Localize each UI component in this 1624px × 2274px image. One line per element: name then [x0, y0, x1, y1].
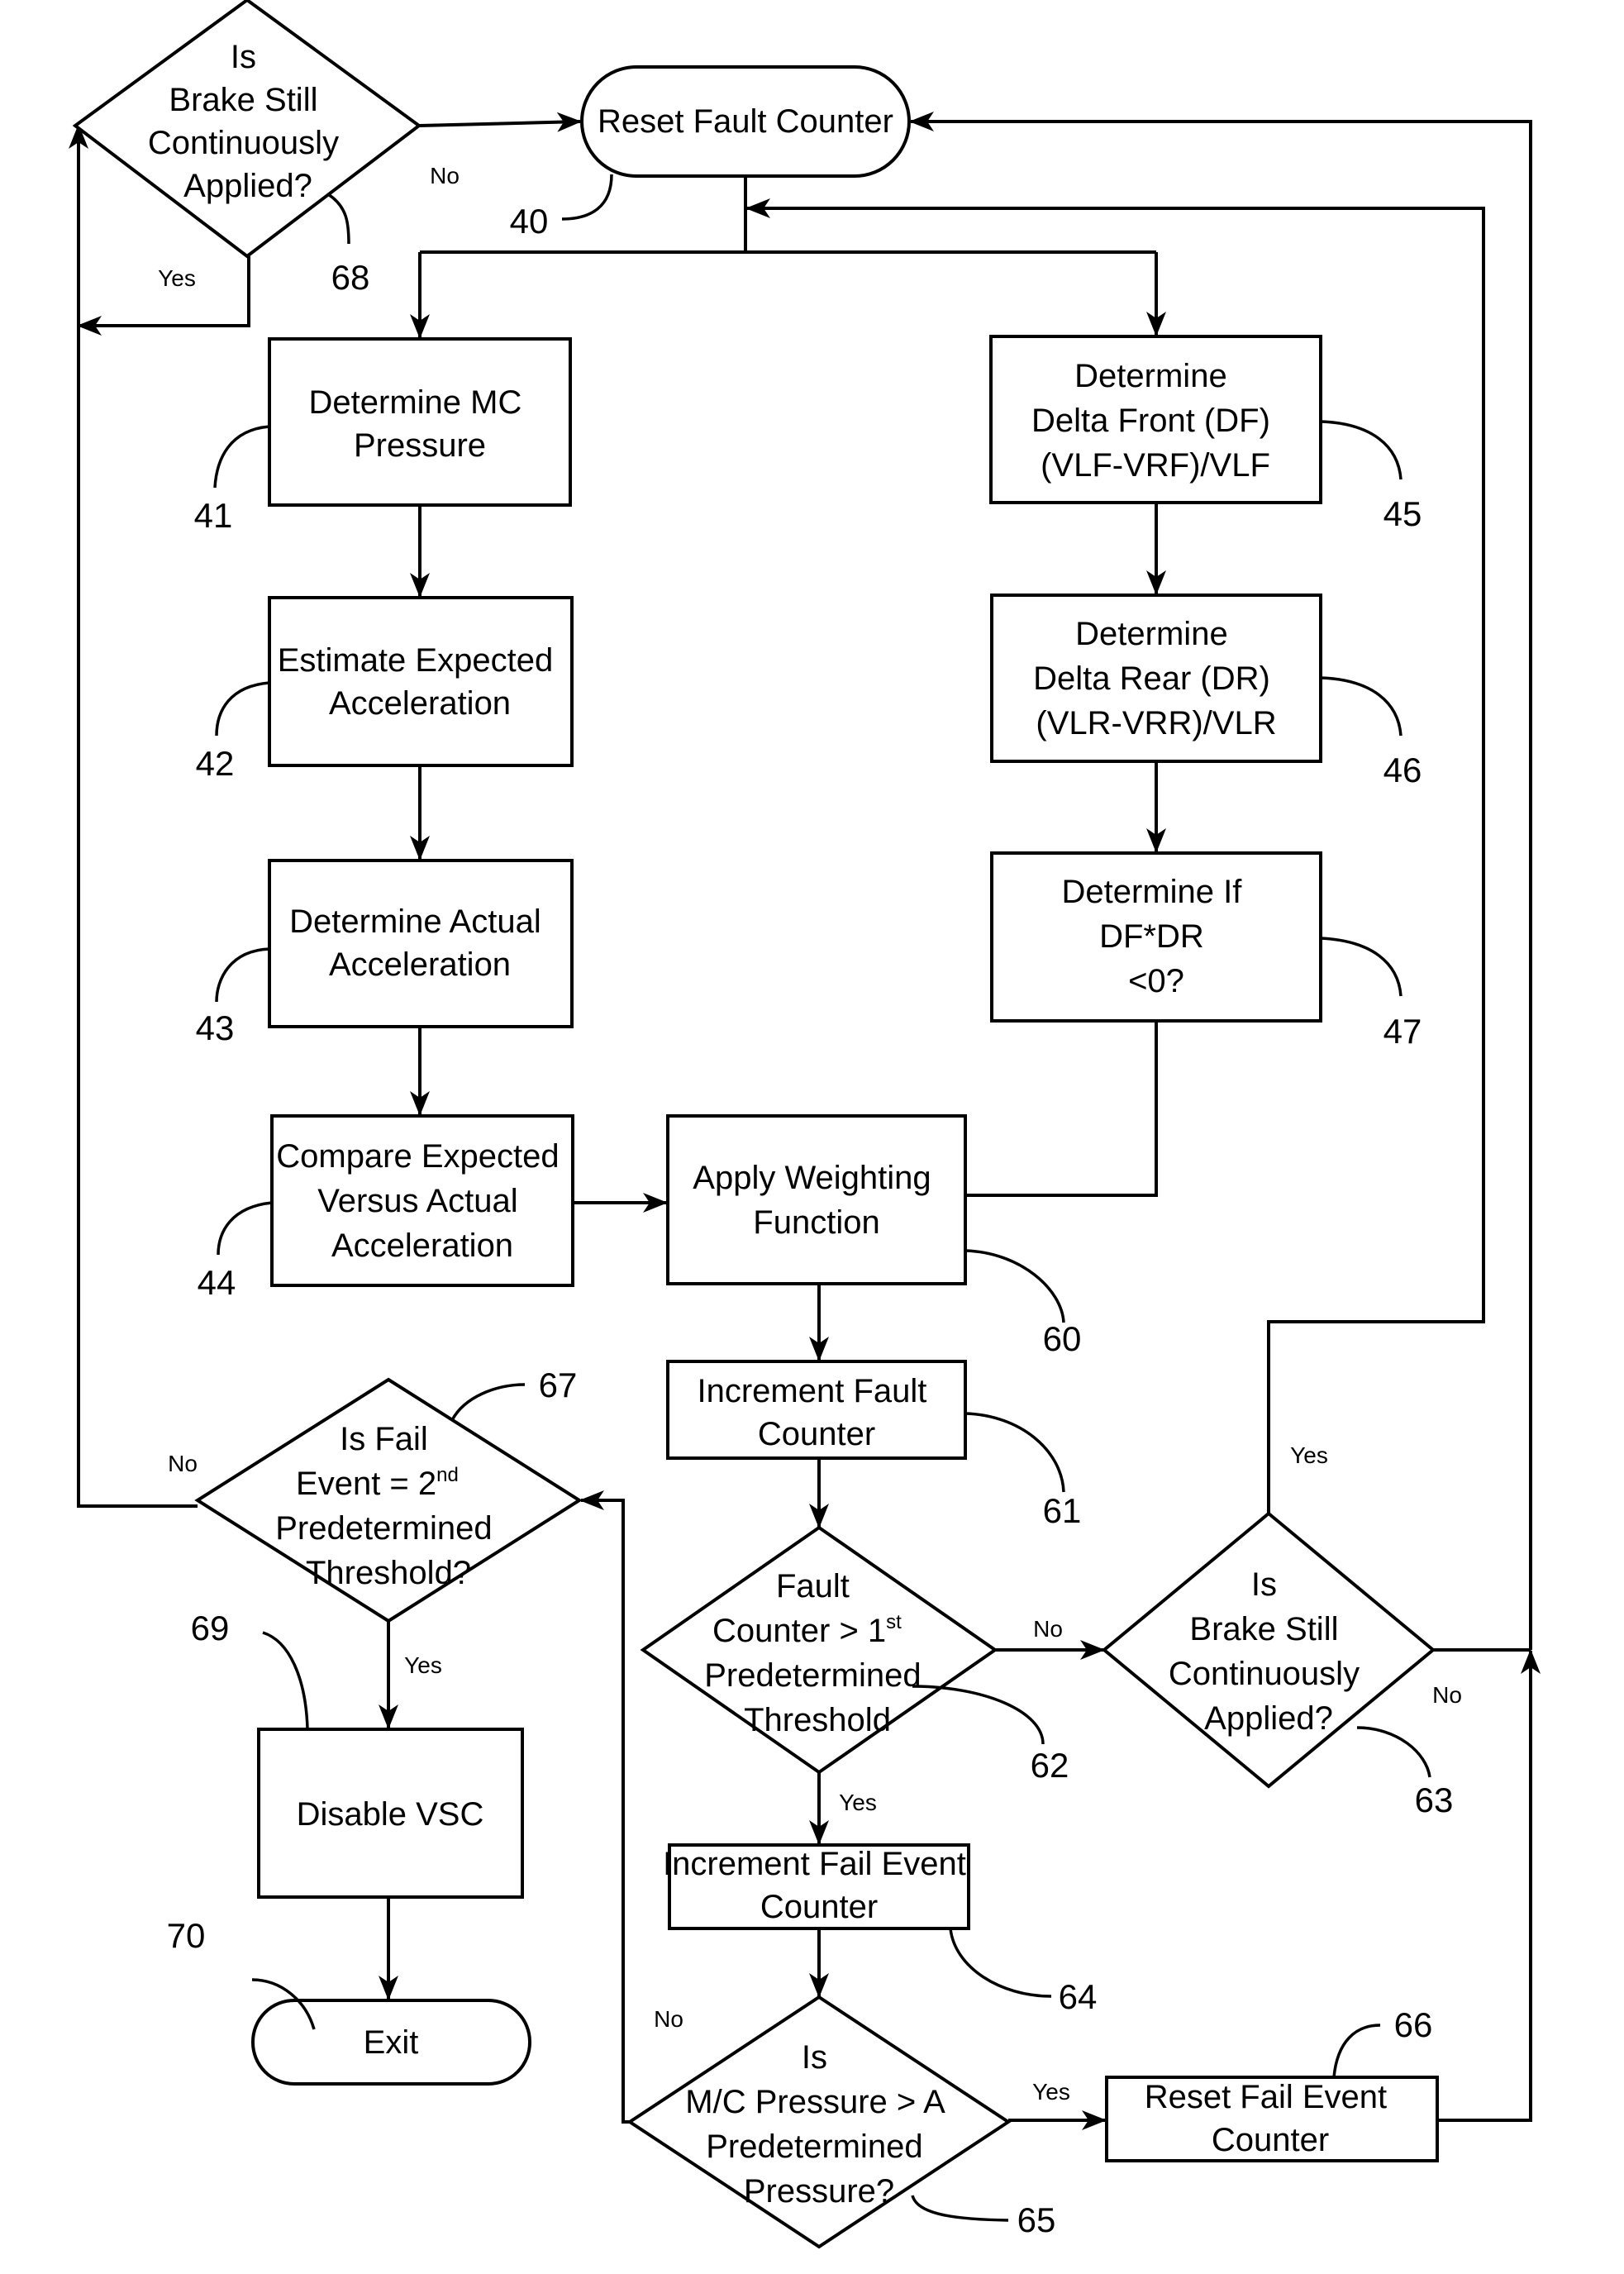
node-70: Exit [251, 1999, 531, 2086]
node-44: Compare Expected Versus Actual Accelerat… [270, 1114, 574, 1287]
node-68: Is Brake Still Continuously Applied? [72, 0, 422, 259]
ref-42: 42 [196, 744, 235, 783]
node-62: Fault Counter > 1st Predetermined Thresh… [640, 1525, 998, 1775]
edge-65-no-to-67 [579, 1490, 630, 2124]
node-70-text: Exit [364, 2024, 419, 2061]
ref-41: 41 [194, 496, 233, 535]
leader-63 [1356, 1726, 1431, 1778]
node-41: Determine MC Pressure [268, 337, 572, 507]
ref-66: 66 [1394, 2005, 1433, 2044]
label-67-no: No [168, 1451, 198, 1476]
label-67-yes: Yes [404, 1652, 442, 1678]
leader-44 [217, 1201, 273, 1256]
node-67: Is Fail Event = 2nd Predetermined Thresh… [194, 1377, 583, 1623]
label-63-no: No [1432, 1682, 1462, 1708]
leader-47 [1320, 937, 1403, 997]
ref-60: 60 [1043, 1319, 1082, 1358]
label-68-no: No [430, 163, 460, 188]
edge-66-to-right [1437, 1649, 1541, 2122]
node-47: Determine If DF*DR <0? [990, 851, 1322, 1023]
ref-61: 61 [1043, 1491, 1082, 1530]
label-62-no: No [1033, 1616, 1063, 1642]
label-65-yes: Yes [1032, 2079, 1070, 2105]
node-66: Reset Fail Event Counter [1105, 2076, 1439, 2162]
node-43: Determine Actual Acceleration [268, 859, 574, 1028]
process-box [268, 596, 574, 767]
leader-68 [327, 193, 350, 245]
ref-44: 44 [198, 1263, 236, 1302]
leader-66 [1332, 2024, 1381, 2078]
leader-41 [213, 425, 270, 489]
node-61: Increment Fault Counter [666, 1360, 967, 1460]
ref-67: 67 [539, 1366, 578, 1404]
leader-40 [561, 174, 613, 221]
leader-67 [450, 1383, 526, 1421]
leader-61 [964, 1412, 1065, 1493]
leader-64 [949, 1928, 1052, 1998]
ref-68: 68 [331, 258, 370, 297]
decision-diamond [1101, 1511, 1436, 1789]
process-box [268, 337, 572, 507]
ref-70: 70 [167, 1916, 206, 1955]
node-46: Determine Delta Rear (DR) (VLR-VRR)/VLR [990, 594, 1322, 763]
ref-64: 64 [1059, 1977, 1098, 2016]
node-69-text: Disable VSC [297, 1796, 484, 1833]
ref-62: 62 [1031, 1746, 1069, 1785]
leader-69 [262, 1631, 309, 1729]
node-64: Increment Fail Event Counter [663, 1843, 970, 1930]
edge-67-no-to-68 [69, 124, 198, 1508]
ref-65: 65 [1017, 2200, 1056, 2239]
leader-42 [215, 681, 270, 737]
leader-43 [215, 947, 270, 1003]
node-40-text: Reset Fault Counter [598, 103, 893, 140]
node-40: Reset Fault Counter [580, 65, 911, 178]
process-box [666, 1114, 967, 1285]
node-45: Determine Delta Front (DF) (VLF-VRF)/VLF [989, 335, 1322, 504]
ref-47: 47 [1383, 1012, 1422, 1051]
leader-45 [1320, 420, 1403, 480]
node-42: Estimate Expected Acceleration [268, 596, 574, 767]
label-65-no: No [654, 2006, 683, 2032]
ref-45: 45 [1383, 494, 1422, 533]
node-65: Is M/C Pressure > A Predetermined Pressu… [626, 1995, 1012, 2249]
flowchart: Is Brake Still Continuously Applied? Res… [69, 0, 1541, 2249]
ref-40: 40 [510, 202, 549, 241]
node-60: Apply Weighting Function [666, 1114, 967, 1285]
label-62-yes: Yes [839, 1790, 877, 1815]
ref-46: 46 [1383, 751, 1422, 789]
node-69: Disable VSC [257, 1728, 524, 1899]
leader-60 [964, 1249, 1065, 1323]
ref-69: 69 [191, 1609, 230, 1647]
node-63: Is Brake Still Continuously Applied? [1101, 1511, 1436, 1789]
edge-47-to-60 [965, 1021, 1158, 1197]
leader-65 [911, 2195, 1009, 2222]
process-box [268, 859, 574, 1028]
edge-68-no-to-40 [418, 112, 582, 132]
label-68-yes: Yes [158, 265, 196, 291]
label-63-yes: Yes [1290, 1442, 1328, 1468]
leader-46 [1320, 676, 1403, 737]
ref-43: 43 [196, 1008, 235, 1047]
ref-63: 63 [1415, 1781, 1454, 1819]
